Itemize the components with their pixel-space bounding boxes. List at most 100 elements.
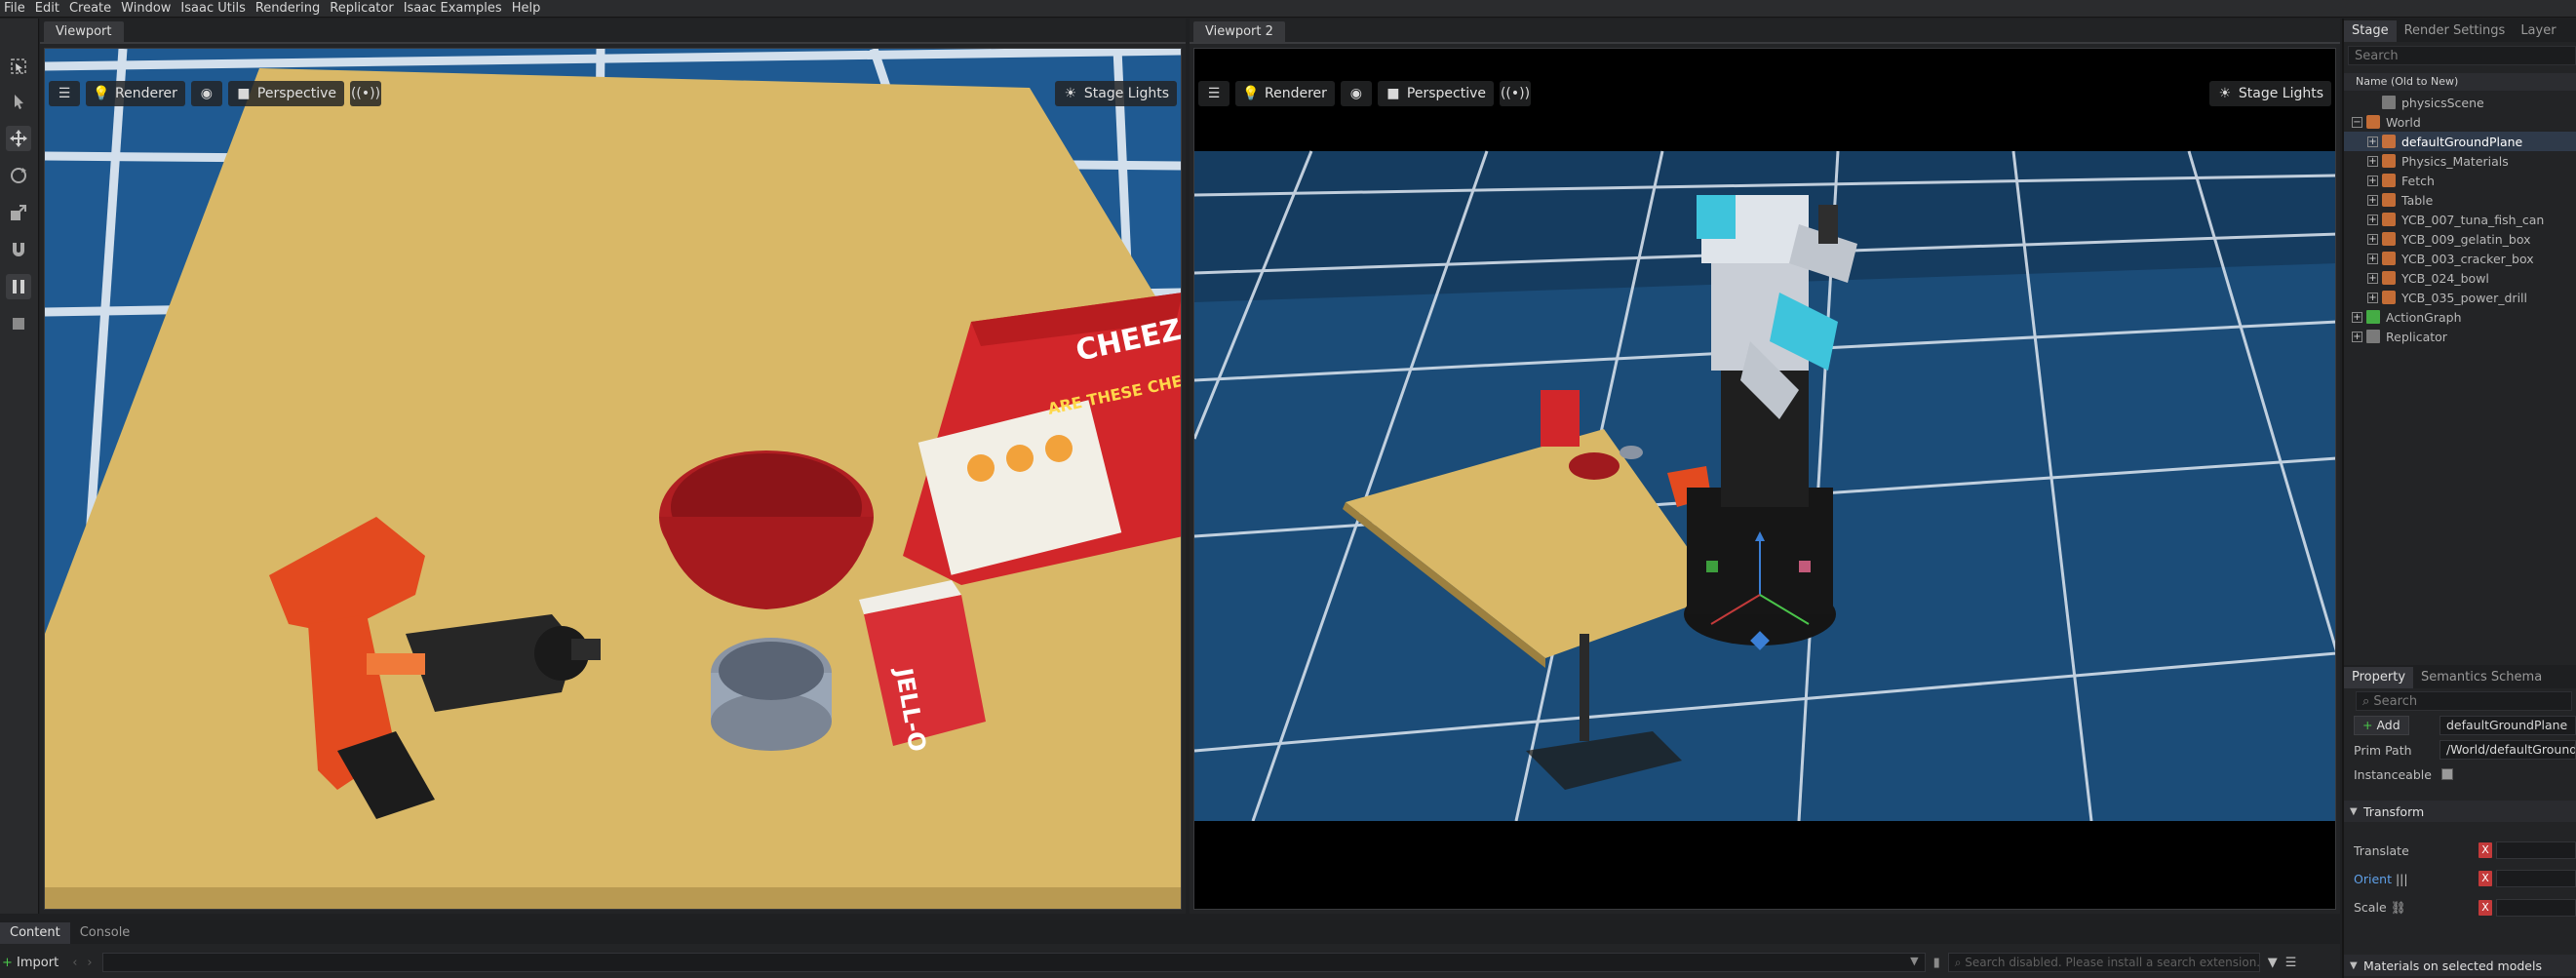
tree-expander-icon[interactable]: + xyxy=(2367,272,2378,284)
tab-render-settings[interactable]: Render Settings xyxy=(2397,20,2514,42)
scale-label: Scale xyxy=(2354,900,2387,915)
stage-lights-button[interactable]: ☀ Stage Lights xyxy=(1054,81,1177,106)
pointer-icon[interactable] xyxy=(6,89,31,114)
stage-tree-item[interactable]: + YCB_035_power_drill xyxy=(2344,288,2576,307)
filter-icon[interactable]: ▼ xyxy=(2268,956,2278,970)
prim-path-row: Prim Path /World/defaultGroundPlane xyxy=(2344,739,2576,761)
bookmark-icon[interactable]: ▮ xyxy=(1933,956,1940,970)
menu-file[interactable]: File xyxy=(4,1,25,16)
stage-tree-item[interactable]: + YCB_009_gelatin_box xyxy=(2344,229,2576,249)
stage-tree-item[interactable]: + Fetch xyxy=(2344,171,2576,190)
orient-label[interactable]: Orient ||| xyxy=(2354,872,2408,886)
orient-x-field[interactable] xyxy=(2496,870,2576,887)
viewport-2-settings-button[interactable]: ☰ xyxy=(1198,81,1229,106)
tab-semantics-schema-editor[interactable]: Semantics Schema Editor xyxy=(2413,667,2576,706)
instanceable-checkbox[interactable] xyxy=(2441,768,2453,780)
prim-name-field[interactable]: defaultGroundPlane xyxy=(2439,716,2576,735)
stage-tree-item[interactable]: + Table xyxy=(2344,190,2576,210)
menu-replicator[interactable]: Replicator xyxy=(330,1,393,16)
content-search-input[interactable]: ⌕ Search disabled. Please install a sear… xyxy=(1947,953,2260,972)
orient-x-chip: X xyxy=(2478,871,2492,886)
tab-property[interactable]: Property xyxy=(2344,667,2414,688)
menu-create[interactable]: Create xyxy=(69,1,111,16)
viewport-2-tabbar: Viewport 2 xyxy=(1190,19,2340,44)
back-arrow-icon[interactable]: ‹ xyxy=(72,956,77,970)
translate-x-field[interactable] xyxy=(2496,841,2576,859)
camera-button[interactable]: ■ Perspective xyxy=(227,81,344,106)
menu-isaac-utils[interactable]: Isaac Utils xyxy=(180,1,245,16)
orient-row: Orient ||| X xyxy=(2344,868,2576,889)
chevron-down-icon[interactable]: ▼ xyxy=(1910,955,1918,967)
tab-stage[interactable]: Stage xyxy=(2344,20,2397,42)
forward-arrow-icon[interactable]: › xyxy=(87,956,92,970)
stage-tree-header[interactable]: Name (Old to New) xyxy=(2344,73,2576,91)
tree-expander-icon[interactable]: + xyxy=(2352,311,2362,323)
select-mode-icon[interactable] xyxy=(6,54,31,79)
viewport-2-broadcast-button[interactable]: ((•)) xyxy=(1500,81,1531,106)
menu-bar: File Edit Create Window Isaac Utils Rend… xyxy=(0,0,2576,18)
prim-path-field[interactable]: /World/defaultGroundPlane xyxy=(2439,740,2576,760)
tree-expander-icon[interactable]: + xyxy=(2367,194,2378,206)
viewport-2-visibility-button[interactable]: ◉ xyxy=(1340,81,1372,106)
tree-expander-icon[interactable]: + xyxy=(2367,155,2378,167)
viewport-2-render[interactable]: ☰ 💡 Renderer ◉ ■ Perspective ((•)) ☀ Stage … xyxy=(1193,48,2336,910)
viewport-2-renderer-button[interactable]: 💡 Renderer xyxy=(1235,81,1335,106)
menu-edit[interactable]: Edit xyxy=(35,1,59,16)
materials-section-header[interactable]: ▼ Materials on selected models xyxy=(2344,955,2576,976)
import-button[interactable]: + Import xyxy=(2,956,59,970)
tuna-can-object xyxy=(711,638,832,751)
stage-tree-item[interactable]: + ActionGraph xyxy=(2344,307,2576,327)
tree-expander-icon[interactable]: + xyxy=(2367,233,2378,245)
move-tool-icon[interactable] xyxy=(6,126,31,151)
tab-viewport[interactable]: Viewport xyxy=(44,21,124,42)
eye-icon: ◉ xyxy=(200,86,214,101)
renderer-button[interactable]: 💡 Renderer xyxy=(86,81,185,106)
tree-expander-icon[interactable]: + xyxy=(2367,175,2378,186)
tree-expander-icon[interactable]: + xyxy=(2352,331,2362,342)
snap-magnet-icon[interactable] xyxy=(6,237,31,262)
visibility-button[interactable]: ◉ xyxy=(190,81,222,106)
scale-tool-icon[interactable] xyxy=(6,200,31,225)
rotate-tool-icon[interactable] xyxy=(6,163,31,188)
scale-x-field[interactable] xyxy=(2496,899,2576,917)
menu-rendering[interactable]: Rendering xyxy=(255,1,320,16)
transform-section-header[interactable]: ▼ Transform xyxy=(2344,801,2576,822)
tab-layer[interactable]: Layer xyxy=(2513,20,2563,42)
tab-viewport-2[interactable]: Viewport 2 xyxy=(1193,21,1285,42)
menu-help[interactable]: Help xyxy=(512,1,541,16)
play-pause-icon[interactable] xyxy=(6,274,31,299)
stage-tree-item[interactable]: − World xyxy=(2344,112,2576,132)
stage-tree-item[interactable]: + defaultGroundPlane xyxy=(2344,132,2576,151)
viewport-2-stage-lights-label: Stage Lights xyxy=(2238,86,2323,101)
stage-tree-item[interactable]: + Physics_Materials xyxy=(2344,151,2576,171)
tab-console[interactable]: Console xyxy=(70,922,140,944)
menu-window[interactable]: Window xyxy=(121,1,171,16)
tree-item-label: physicsScene xyxy=(2401,95,2484,110)
stage-tree-item[interactable]: physicsScene xyxy=(2344,93,2576,112)
viewport-2-camera-button[interactable]: ■ Perspective xyxy=(1377,81,1494,106)
viewport-1-render[interactable]: CHEEZ-IT ARE THESE CHEESES READY? JELL-O xyxy=(44,48,1182,910)
tree-expander-icon[interactable]: + xyxy=(2367,253,2378,264)
tree-expander-icon[interactable]: + xyxy=(2367,292,2378,303)
property-search-input[interactable]: ⌕ Search xyxy=(2356,691,2572,711)
stage-tree-item[interactable]: + Replicator xyxy=(2344,327,2576,346)
tab-content[interactable]: Content xyxy=(0,922,70,944)
stage-tree-item[interactable]: + YCB_007_tuna_fish_can xyxy=(2344,210,2576,229)
broadcast-button[interactable]: ((•)) xyxy=(350,81,381,106)
viewport-2-stage-lights-button[interactable]: ☀ Stage Lights xyxy=(2208,81,2331,106)
path-field[interactable]: ▼ xyxy=(101,953,1926,972)
tree-expander-icon[interactable]: + xyxy=(2367,136,2378,147)
orient-label-text: Orient xyxy=(2354,871,2392,886)
tree-expander-icon[interactable]: + xyxy=(2367,214,2378,225)
viewport-settings-button[interactable]: ☰ xyxy=(49,81,80,106)
menu-isaac-examples[interactable]: Isaac Examples xyxy=(404,1,502,16)
link-icon[interactable]: ⛓ xyxy=(2391,900,2406,915)
stage-tree-item[interactable]: + YCB_003_cracker_box xyxy=(2344,249,2576,268)
menu-icon[interactable]: ☰ xyxy=(2285,956,2297,970)
stop-icon[interactable] xyxy=(6,311,31,336)
add-button[interactable]: + Add xyxy=(2354,716,2409,735)
stage-search-input[interactable]: Search xyxy=(2348,46,2576,65)
prim-path-label: Prim Path xyxy=(2354,742,2412,758)
tree-expander-icon[interactable]: − xyxy=(2352,116,2362,128)
stage-tree-item[interactable]: + YCB_024_bowl xyxy=(2344,268,2576,288)
